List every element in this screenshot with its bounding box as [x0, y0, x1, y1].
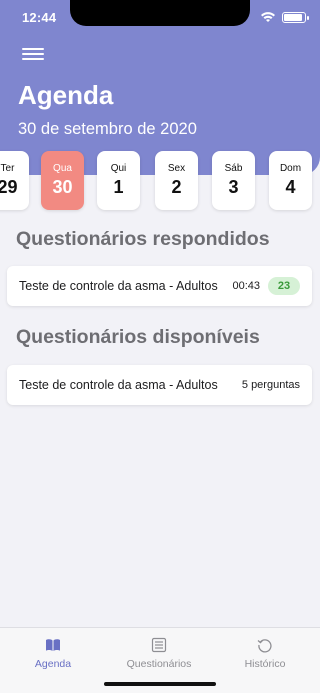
- status-icons: [260, 11, 309, 23]
- status-bar: 12:44: [0, 0, 320, 36]
- day-wed-selected[interactable]: Qua 30: [41, 151, 84, 210]
- day-number: 29: [0, 177, 18, 197]
- day-number: 30: [52, 177, 73, 197]
- selected-date: 30 de setembro de 2020: [18, 120, 197, 138]
- available-section-title: Questionários disponíveis: [16, 326, 260, 348]
- device-notch: [70, 0, 250, 26]
- day-name: Qui: [110, 163, 127, 174]
- questions-count: 5 perguntas: [241, 379, 300, 391]
- tab-label: Histórico: [244, 658, 286, 670]
- book-icon: [46, 639, 60, 651]
- agenda-screen: 12:44 Agenda 30 de setembro de 2020 Ter …: [0, 0, 320, 693]
- day-fri[interactable]: Sex 2: [155, 151, 198, 210]
- battery-icon: [282, 11, 309, 23]
- day-name: Ter: [0, 163, 15, 174]
- day-name: Sex: [167, 163, 186, 174]
- home-indicator: [104, 682, 216, 686]
- day-sun[interactable]: Dom 4: [269, 151, 312, 210]
- day-thu[interactable]: Qui 1: [97, 151, 140, 210]
- questionnaire-name: Teste de controle da asma - Adultos: [19, 378, 218, 392]
- day-number: 4: [285, 177, 296, 197]
- day-name: Sáb: [224, 163, 243, 174]
- tab-label: Agenda: [34, 658, 72, 670]
- available-questionnaire-card[interactable]: Teste de controle da asma - Adultos 5 pe…: [7, 365, 312, 405]
- day-sat[interactable]: Sáb 3: [212, 151, 255, 210]
- day-name: Qua: [53, 163, 72, 174]
- answered-section-title: Questionários respondidos: [16, 228, 270, 250]
- score-badge: 23: [268, 277, 300, 295]
- tab-agenda[interactable]: Agenda: [0, 628, 106, 678]
- tab-label: Questionários: [126, 658, 192, 670]
- day-number: 2: [171, 177, 182, 197]
- questionnaire-duration: 00:43: [232, 280, 260, 292]
- list-icon: [151, 637, 167, 653]
- day-tue[interactable]: Ter 29: [0, 151, 29, 210]
- wifi-icon: [261, 12, 275, 22]
- status-time: 12:44: [22, 10, 57, 25]
- day-number: 1: [113, 177, 124, 197]
- questionnaire-name: Teste de controle da asma - Adultos: [19, 279, 218, 293]
- history-icon: [257, 639, 272, 653]
- page-title: Agenda: [18, 80, 114, 110]
- tab-questionarios[interactable]: Questionários: [106, 628, 212, 678]
- header: 12:44 Agenda 30 de setembro de 2020: [0, 0, 320, 175]
- answered-questionnaire-card[interactable]: Teste de controle da asma - Adultos 00:4…: [7, 266, 312, 306]
- tab-historico[interactable]: Histórico: [212, 628, 318, 678]
- day-number: 3: [228, 177, 239, 197]
- menu-button[interactable]: [22, 48, 46, 64]
- day-name: Dom: [279, 163, 302, 174]
- day-selector: Ter 29 Qua 30 Qui 1 Sex 2 Sáb 3 Dom 4: [0, 151, 320, 211]
